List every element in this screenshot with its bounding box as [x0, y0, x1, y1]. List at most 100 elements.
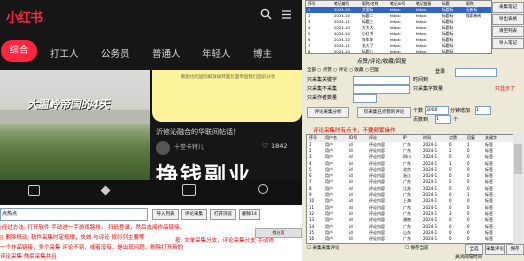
footer-bar: ☐ 采集采集评论 ☐ 保存当前 全选 采集评论 保存 关闭间隔时间: [305, 243, 524, 261]
import-list-button[interactable]: 导入列表: [152, 209, 179, 220]
card2-username: 十堂卡特儿: [174, 144, 205, 151]
card2-big-text: 挣钱副业: [156, 164, 253, 180]
comments-table[interactable]: 序号 用户名 ID号 评论 IP 时间 点赞 回复 关键字 1 用户 id 评论内容广…: [306, 134, 515, 244]
radio-reply[interactable]: 回复: [370, 68, 379, 73]
interval-input[interactable]: 1: [475, 106, 491, 115]
check-save-label: 保存当前: [410, 246, 429, 251]
note-card-2[interactable]: 慕题也的国际解放碰转面包面帝国我们面前分享 沂修沁融合的华联间帖话！ 十堂卡特儿…: [152, 70, 302, 180]
control-panel: 点热点 导入列表 评论采集 打开浏览 删除14 |经过方法: 打开软件 手动进一…: [0, 205, 302, 261]
exclude-input[interactable]: [353, 85, 410, 94]
col-header: IP: [403, 135, 407, 140]
card1-title: 大温岭帝国的4天: [27, 98, 110, 111]
clear-list-button[interactable]: 清空列表: [492, 26, 524, 37]
table-cell: id: [349, 236, 353, 242]
card1-horizon: [0, 110, 150, 124]
login-field[interactable]: [455, 68, 497, 77]
table-cell: 评论内容: [369, 236, 385, 242]
instruction-line-2: || 删除移动: 软件采集时定规律，失效 与评论 修行列主要等: [0, 235, 145, 241]
red-note: 只显示了: [495, 86, 516, 92]
count-input[interactable]: 3000: [425, 106, 449, 115]
heart-icon[interactable]: ♡: [262, 142, 268, 150]
count-label: 个数: [413, 108, 424, 114]
scrollbar[interactable]: [513, 134, 523, 244]
close-interval-label: 关闭间隔时间: [455, 255, 482, 260]
author-label: 只采作者数量: [307, 95, 338, 101]
table-cell: 0: [467, 236, 470, 242]
group-title: 点赞/评论/收藏/回复: [357, 59, 407, 65]
menu-icon[interactable]: [281, 9, 292, 20]
scrollbar-thumb[interactable]: [514, 144, 522, 174]
bottom-nav: [0, 180, 302, 205]
xiaohongshu-phone-screen: 小红书 综合 打工人 公务员 普通人 年轻人 博主 大温岭帝国的4天 慕题也的国…: [0, 0, 302, 205]
table-row[interactable]: 16 用户 id 评论内容 广东 2024-1 0 0 标签: [307, 236, 514, 243]
home-icon[interactable]: [28, 185, 40, 196]
pages-input[interactable]: 1: [435, 115, 451, 124]
radio-like[interactable]: 点赞: [323, 68, 332, 73]
table-cell: 0: [449, 236, 452, 242]
page-select[interactable]: 找分页: [255, 228, 302, 238]
export-button[interactable]: 导出表格: [492, 14, 524, 25]
time-label: 时间到: [413, 77, 429, 83]
table-cell: 2024-1: [423, 236, 438, 242]
col-header: ID号: [349, 135, 358, 140]
avatar[interactable]: [156, 141, 170, 155]
keyword-input[interactable]: [353, 76, 410, 85]
tab-bozhu[interactable]: 博主: [253, 46, 272, 60]
tab-gongwuyuan[interactable]: 公务员: [101, 46, 130, 60]
author-count-input[interactable]: [353, 94, 377, 103]
profile-icon[interactable]: [258, 184, 268, 194]
tab-putongren[interactable]: 普通人: [152, 46, 181, 60]
table-cell: 标签: [485, 236, 493, 242]
note-card-1[interactable]: 大温岭帝国的4天: [0, 70, 150, 180]
comment-analysis-button[interactable]: 评论采集分析: [307, 107, 349, 118]
option-row: 全部 ○ 点赞 ○ 评论 ○ 收藏 ○ 回复: [307, 68, 380, 73]
collect-notes-button[interactable]: 采集笔记: [492, 2, 524, 13]
save-button[interactable]: 保存: [506, 244, 524, 255]
radio-fav[interactable]: 收藏: [354, 68, 363, 73]
tab-zonghe[interactable]: 综合: [1, 40, 37, 62]
search-input[interactable]: 点热点: [0, 208, 148, 221]
tab-nianqingren[interactable]: 年轻人: [202, 46, 231, 60]
delete-button[interactable]: 删除14: [239, 209, 260, 220]
notes-table[interactable]: 序号 笔记编号 昵称/名称 笔记ID号 笔记链接 标题 昵称 1 2024-10 文…: [305, 0, 492, 54]
table-cell: 广东: [403, 236, 411, 242]
comment-collect-button[interactable]: 评论采集: [181, 209, 207, 220]
card2-cover: 慕题也的国际解放碰转面包面帝国我们面前分享: [152, 70, 302, 122]
col-header: 点赞: [449, 135, 457, 140]
instruction-line-4: 评论采集 然后采集并且: [0, 254, 57, 260]
check-collect-label: 采集采集评论: [312, 246, 340, 251]
search-icon[interactable]: [260, 8, 272, 20]
check-save[interactable]: ☐ 保存当前: [405, 245, 428, 251]
radio-comment[interactable]: 评论: [339, 68, 348, 73]
radio-all[interactable]: 全部: [307, 68, 316, 73]
login-label: 登录: [435, 69, 446, 75]
instruction-line-1: |经过方法: 打开软件 手动进一手游戏路线， 扫码登录，然后去阅作品链接，: [0, 225, 185, 231]
instruction-line-3: 一个作品链接，多个采集 评论不到，或者没有，是出现问题，删除打开新的: [0, 245, 184, 251]
col-header: 用户名: [325, 135, 337, 140]
table-header: 序号 用户名 ID号 评论 IP 时间 点赞 回复 关键字: [307, 135, 514, 142]
import-notes-button[interactable]: 导入笔记: [492, 38, 524, 49]
message-icon[interactable]: [182, 184, 196, 196]
collect-comments-button[interactable]: 采集评论: [485, 244, 505, 255]
card2-caption: 沂修沁融合的华联间帖话！: [156, 128, 240, 136]
col-header: 关键字: [485, 135, 497, 140]
col-header: 评论: [369, 135, 377, 140]
keyword-label: 只采集关键字: [307, 77, 338, 83]
discover-icon[interactable]: [100, 185, 111, 196]
liked-only-button[interactable]: 仅采集已点赞的评论: [357, 107, 411, 118]
card2-cover-text: 慕题也的国际解放碰转面包面帝国我们面前分享: [180, 75, 276, 80]
col-header: 回复: [467, 135, 475, 140]
col-header: 时间: [423, 135, 431, 140]
table-cell: 16: [309, 236, 315, 242]
table-cell: 用户: [325, 236, 333, 242]
tab-dagongren[interactable]: 打工人: [50, 46, 79, 60]
check-collect[interactable]: ☐ 采集采集评论: [307, 245, 339, 251]
red-warning: 评论采集时有点卡，不要频繁操作: [313, 128, 396, 134]
pages-label: 页数到: [413, 117, 429, 123]
open-browser-button[interactable]: 打开浏览: [210, 209, 236, 220]
to-label: 个: [453, 117, 459, 123]
col-header: 序号: [309, 135, 317, 140]
limit-label: 只采集字数量: [413, 86, 444, 92]
settings-panel: 点赞/评论/收藏/回复 登录 全部 ○ 点赞 ○ 评论 ○ 收藏 ○ 回复 只采…: [305, 54, 524, 134]
card2-like-count: 1842: [271, 142, 288, 150]
